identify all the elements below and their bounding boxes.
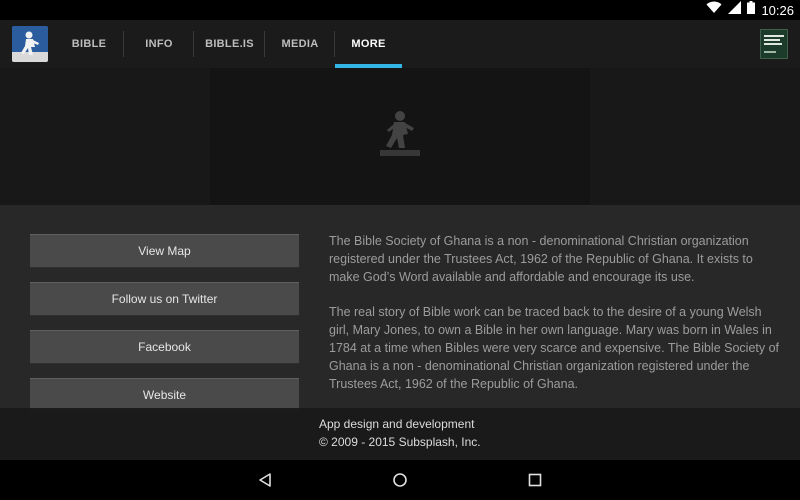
wifi-icon: [706, 1, 722, 19]
follow-twitter-label: Follow us on Twitter: [111, 292, 218, 306]
tab-info[interactable]: INFO: [124, 20, 194, 68]
tab-media-label: MEDIA: [281, 38, 319, 50]
description-paragraph-2: The real story of Bible work can be trac…: [329, 305, 780, 391]
footer-credit: App design and development: [319, 417, 475, 431]
tab-bible-is[interactable]: BIBLE.IS: [194, 20, 265, 68]
recents-icon[interactable]: [525, 470, 545, 490]
app-logo-icon[interactable]: [12, 26, 48, 62]
facebook-label: Facebook: [138, 340, 191, 354]
footer-copyright: © 2009 - 2015 Subsplash, Inc.: [319, 435, 481, 449]
banner: [0, 68, 800, 205]
tab-more[interactable]: MORE: [335, 20, 402, 68]
website-button[interactable]: Website: [30, 378, 299, 412]
footer: App design and development © 2009 - 2015…: [0, 408, 800, 460]
tab-bar: BIBLE INFO BIBLE.IS MEDIA MORE: [54, 20, 402, 68]
website-label: Website: [142, 388, 187, 402]
status-icons: 10:26: [706, 0, 794, 20]
facebook-button[interactable]: Facebook: [30, 330, 299, 364]
status-time: 10:26: [761, 2, 794, 18]
tab-bible-is-label: BIBLE.IS: [205, 38, 254, 50]
back-icon[interactable]: [255, 470, 275, 490]
tab-info-label: INFO: [145, 38, 173, 50]
tab-bible[interactable]: BIBLE: [54, 20, 124, 68]
view-map-button[interactable]: View Map: [30, 234, 299, 268]
status-bar: 10:26: [0, 0, 800, 20]
signal-icon: [728, 1, 742, 19]
tab-more-label: MORE: [351, 38, 386, 50]
tab-bible-label: BIBLE: [71, 38, 107, 50]
runner-figure-icon: [372, 108, 428, 164]
view-map-label: View Map: [138, 244, 191, 258]
tab-media[interactable]: MEDIA: [265, 20, 335, 68]
book-cover-icon[interactable]: [760, 29, 788, 59]
nav-bar: [0, 460, 800, 500]
app-bar: BIBLE INFO BIBLE.IS MEDIA MORE: [0, 20, 800, 68]
home-icon[interactable]: [390, 470, 410, 490]
description-paragraph-1: The Bible Society of Ghana is a non - de…: [329, 234, 753, 284]
battery-icon: [747, 1, 756, 19]
follow-twitter-button[interactable]: Follow us on Twitter: [30, 282, 299, 316]
